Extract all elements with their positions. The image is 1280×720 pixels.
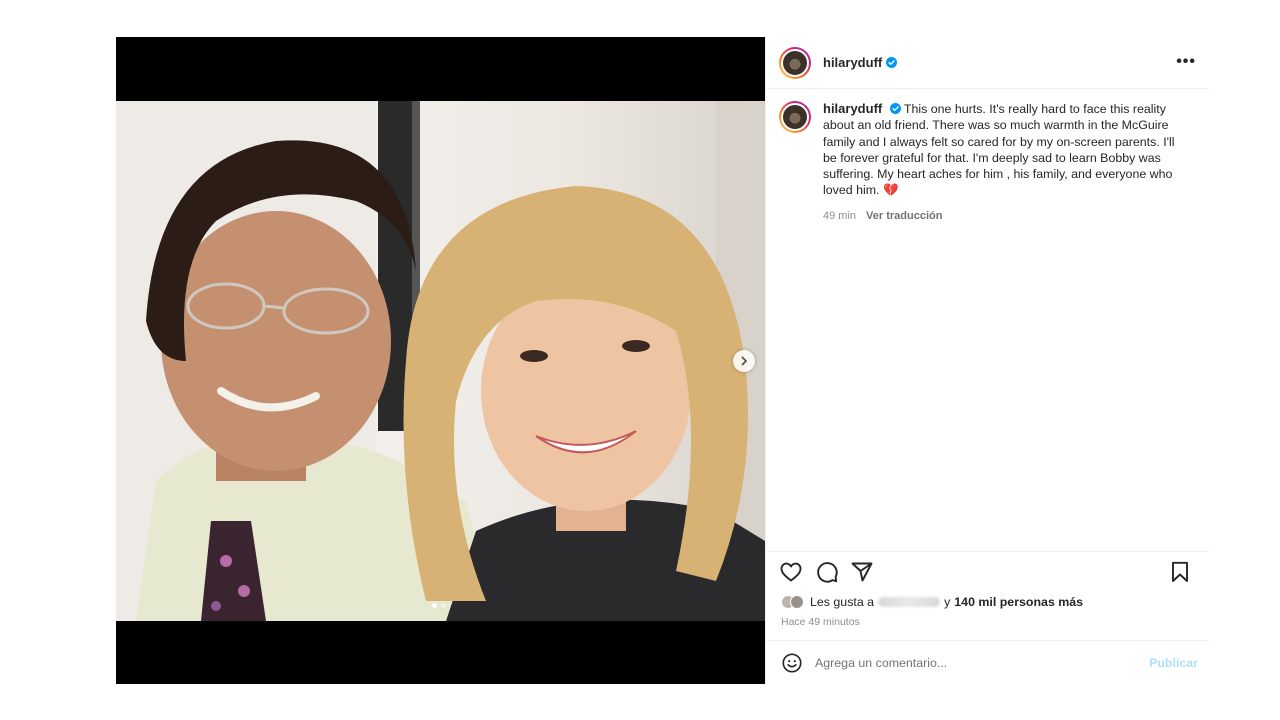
heart-outline-icon bbox=[780, 562, 802, 582]
save-button[interactable] bbox=[1168, 560, 1192, 584]
caption-username[interactable]: hilaryduff bbox=[823, 101, 882, 116]
bookmark-icon bbox=[1172, 561, 1188, 582]
author-avatar[interactable] bbox=[779, 46, 811, 79]
caption-time: 49 min bbox=[823, 209, 857, 222]
carousel-next-button[interactable] bbox=[733, 350, 755, 372]
caption-meta: 49 min Ver traducción bbox=[823, 208, 1183, 224]
post-photo bbox=[116, 101, 765, 621]
share-button[interactable] bbox=[850, 560, 874, 584]
post-side-panel: hilaryduff ••• hilaryduff This one hurts… bbox=[765, 37, 1210, 684]
verified-badge-icon bbox=[889, 103, 901, 114]
caption-body: hilaryduff This one hurts. It's really h… bbox=[823, 101, 1183, 224]
likes-summary: Les gusta a y 140 mil personas más bbox=[781, 595, 1083, 609]
action-bar bbox=[766, 551, 1210, 591]
likes-connector: y bbox=[944, 595, 951, 609]
post-media bbox=[116, 37, 765, 684]
carousel-dot-2 bbox=[441, 603, 446, 608]
broken-heart-emoji: 💔 bbox=[882, 183, 899, 198]
liker-avatar[interactable] bbox=[790, 595, 804, 609]
translate-link[interactable]: Ver traducción bbox=[866, 208, 942, 224]
post-caption: hilaryduff This one hurts. It's really h… bbox=[779, 101, 1197, 224]
caption-text: This one hurts. It's really hard to face… bbox=[823, 102, 1175, 198]
carousel-dot-1 bbox=[432, 603, 437, 608]
comment-box: Publicar bbox=[766, 640, 1210, 684]
photo-illustration bbox=[116, 101, 765, 621]
chevron-right-icon bbox=[741, 356, 747, 366]
comment-input[interactable] bbox=[815, 655, 1150, 670]
carousel-indicator bbox=[432, 603, 446, 608]
more-options-button[interactable]: ••• bbox=[1176, 53, 1196, 71]
like-button[interactable] bbox=[779, 560, 803, 584]
post-header: hilaryduff ••• bbox=[766, 37, 1210, 89]
verified-badge-icon bbox=[886, 57, 898, 68]
post-timestamp: Hace 49 minutos bbox=[781, 616, 860, 628]
caption-avatar[interactable] bbox=[779, 101, 811, 133]
comment-bubble-icon bbox=[817, 562, 838, 583]
likes-prefix: Les gusta a bbox=[810, 595, 875, 609]
instagram-post: hilaryduff ••• hilaryduff This one hurts… bbox=[116, 37, 1210, 684]
publish-button[interactable]: Publicar bbox=[1149, 656, 1198, 670]
likes-count-link[interactable]: 140 mil personas más bbox=[954, 595, 1083, 609]
smiley-icon[interactable] bbox=[781, 652, 803, 674]
comment-button[interactable] bbox=[815, 560, 839, 584]
liker-name-redacted[interactable] bbox=[878, 597, 941, 607]
paper-plane-icon bbox=[851, 562, 873, 582]
author-username[interactable]: hilaryduff bbox=[823, 55, 882, 70]
